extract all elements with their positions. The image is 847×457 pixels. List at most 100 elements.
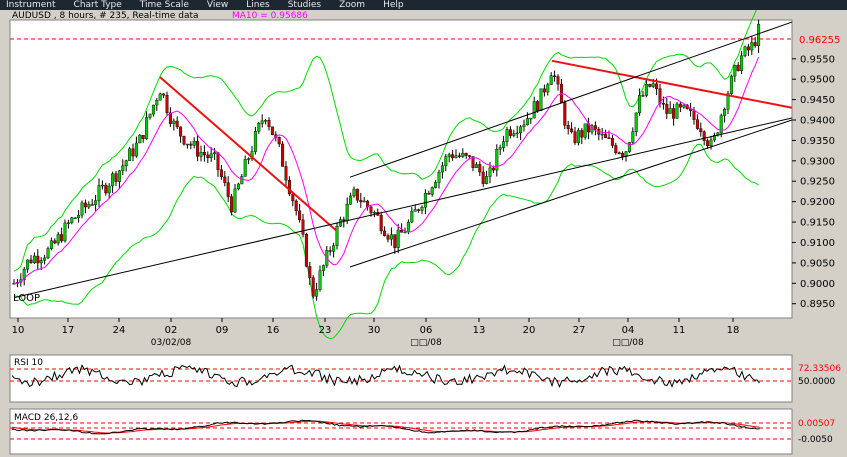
candle-body — [90, 204, 94, 206]
candle-body — [179, 126, 183, 137]
menu-item-help[interactable]: Help — [377, 0, 416, 10]
x-tick-label: 23 — [319, 325, 332, 336]
menu-item-lines[interactable]: Lines — [240, 0, 281, 10]
candle-body — [199, 152, 203, 157]
candle-body — [522, 124, 526, 128]
candle-body — [209, 153, 213, 159]
candle-body — [672, 108, 676, 119]
candle-body — [355, 188, 359, 201]
y-tick-label: 0.8950 — [800, 299, 835, 310]
candle-body — [644, 84, 648, 96]
symbol-info: AUDUSD , 8 hours, # 235, Real-time data — [12, 11, 199, 21]
main-chart[interactable]: 0.96255 AUDUSD , 8 hours, # 235, Real-ti… — [0, 10, 847, 353]
candle-body — [226, 182, 230, 197]
candle-body — [315, 289, 319, 297]
candle-body — [532, 101, 536, 119]
candle-body — [134, 142, 138, 157]
menu-item-instrument[interactable]: Instrument — [0, 0, 68, 10]
candle-body — [308, 266, 312, 278]
candle-body — [236, 183, 240, 190]
candle-body — [114, 173, 118, 182]
candle-body — [549, 75, 553, 85]
candle-body — [593, 125, 597, 130]
y-tick-label: 0.9200 — [800, 197, 835, 208]
candle-body — [206, 154, 210, 159]
candle-body — [39, 260, 43, 264]
candle-body — [49, 240, 53, 249]
candle-body — [202, 152, 206, 156]
y-tick-label: 0.9400 — [800, 116, 835, 127]
candle-body — [104, 184, 108, 194]
candle-body — [151, 104, 155, 115]
macd-label: MACD 26,12,6 — [14, 413, 78, 423]
candle-body — [498, 147, 502, 150]
candle-body — [570, 128, 574, 133]
candle-body — [304, 234, 308, 267]
candle-body — [87, 204, 91, 208]
candle-body — [542, 88, 546, 93]
candle-body — [695, 119, 699, 129]
candle-body — [515, 132, 519, 135]
x-month-label: □□/08 — [410, 338, 442, 348]
candle-body — [723, 109, 727, 116]
macd-panel[interactable]: MACD 26,12,6 0.00507 -0.0050 — [0, 407, 847, 457]
menu-item-zoom[interactable]: Zoom — [333, 0, 377, 10]
candle-body — [165, 94, 169, 113]
y-tick-label: 0.9150 — [800, 218, 835, 229]
candle-body — [709, 139, 713, 147]
candle-body — [461, 153, 465, 157]
y-tick-label: 0.9350 — [800, 136, 835, 147]
x-tick-label: 04 — [622, 325, 635, 336]
rsi-level: 50.0000 — [798, 377, 835, 387]
candle-body — [80, 202, 84, 216]
candle-body — [60, 234, 64, 242]
candle-body — [189, 143, 193, 146]
candle-body — [604, 133, 608, 138]
candle-body — [230, 196, 234, 213]
candle-body — [430, 187, 434, 195]
candle-body — [508, 129, 512, 136]
x-tick-label: 06 — [420, 325, 433, 336]
candle-body — [369, 206, 373, 214]
candle-body — [128, 148, 132, 161]
candle-body — [661, 103, 665, 105]
menu-item-chart-type[interactable]: Chart Type — [68, 0, 134, 10]
candle-body — [610, 137, 614, 146]
rsi-panel[interactable]: RSI 10 72.33506 50.0000 — [0, 353, 847, 405]
candle-body — [512, 133, 516, 136]
candle-body — [77, 214, 81, 218]
menu-bar: Instrument Chart Type Time Scale View Lines S… — [0, 0, 847, 10]
x-tick-label: 09 — [216, 325, 229, 336]
candle-body — [124, 160, 128, 166]
candle-body — [420, 207, 424, 211]
x-tick-label: 27 — [573, 325, 586, 336]
candle-body — [410, 211, 414, 223]
candle-body — [740, 55, 744, 71]
candle-body — [631, 131, 635, 143]
candle-body — [141, 135, 145, 139]
candle-body — [627, 142, 631, 152]
candle-body — [651, 83, 655, 87]
menu-item-studies[interactable]: Studies — [282, 0, 333, 10]
candle-body — [301, 219, 305, 235]
y-tick-label: 0.9050 — [800, 258, 835, 269]
candle-body — [580, 130, 584, 138]
candle-body — [247, 158, 251, 160]
candle-body — [539, 88, 543, 111]
candle-body — [750, 42, 754, 51]
candle-body — [702, 131, 706, 141]
candle-body — [260, 120, 264, 124]
y-tick-label: 0.9500 — [800, 75, 835, 86]
candle-body — [621, 153, 625, 157]
candle-body — [454, 155, 458, 158]
candle-body — [298, 210, 302, 221]
candle-body — [746, 46, 750, 51]
candle-body — [678, 103, 682, 108]
menu-item-time-scale[interactable]: Time Scale — [134, 0, 201, 10]
candle-body — [362, 200, 366, 203]
candle-body — [583, 123, 587, 138]
menu-item-view[interactable]: View — [201, 0, 240, 10]
candle-body — [682, 104, 686, 108]
candle-body — [743, 46, 747, 57]
candle-body — [389, 234, 393, 240]
